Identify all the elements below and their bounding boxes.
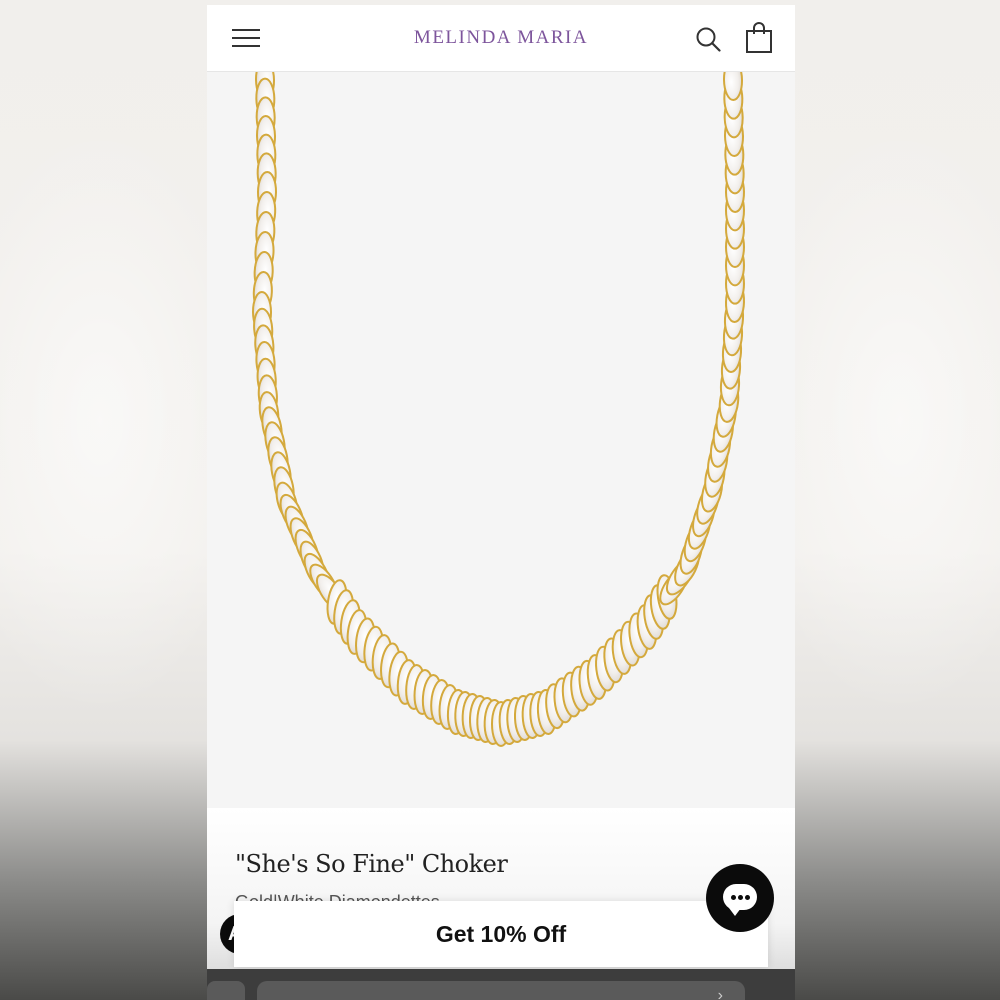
discount-banner-label: Get 10% Off [435,920,567,947]
site-header: MELINDA MARIA [207,5,795,72]
chevron-right-icon: › [717,987,723,1000]
browser-tabs-button[interactable] [207,981,245,1000]
mobile-page: MELINDA MARIA "She's So Fine" Choker Gol… [207,5,795,1000]
brand-logo[interactable]: MELINDA MARIA [357,27,645,49]
shopping-bag-icon[interactable] [745,22,773,54]
search-icon[interactable] [695,26,721,52]
chat-bubble-icon [723,884,757,916]
browser-address-bar[interactable]: › [257,981,745,1000]
chat-button[interactable] [706,864,774,932]
browser-toolbar: › [207,969,795,1000]
necklace-illustration [251,59,746,747]
product-image[interactable] [207,59,795,808]
discount-banner-button[interactable]: Get 10% Off [234,901,768,967]
menu-icon[interactable] [232,27,260,49]
product-title: "She's So Fine" Choker [235,850,508,878]
